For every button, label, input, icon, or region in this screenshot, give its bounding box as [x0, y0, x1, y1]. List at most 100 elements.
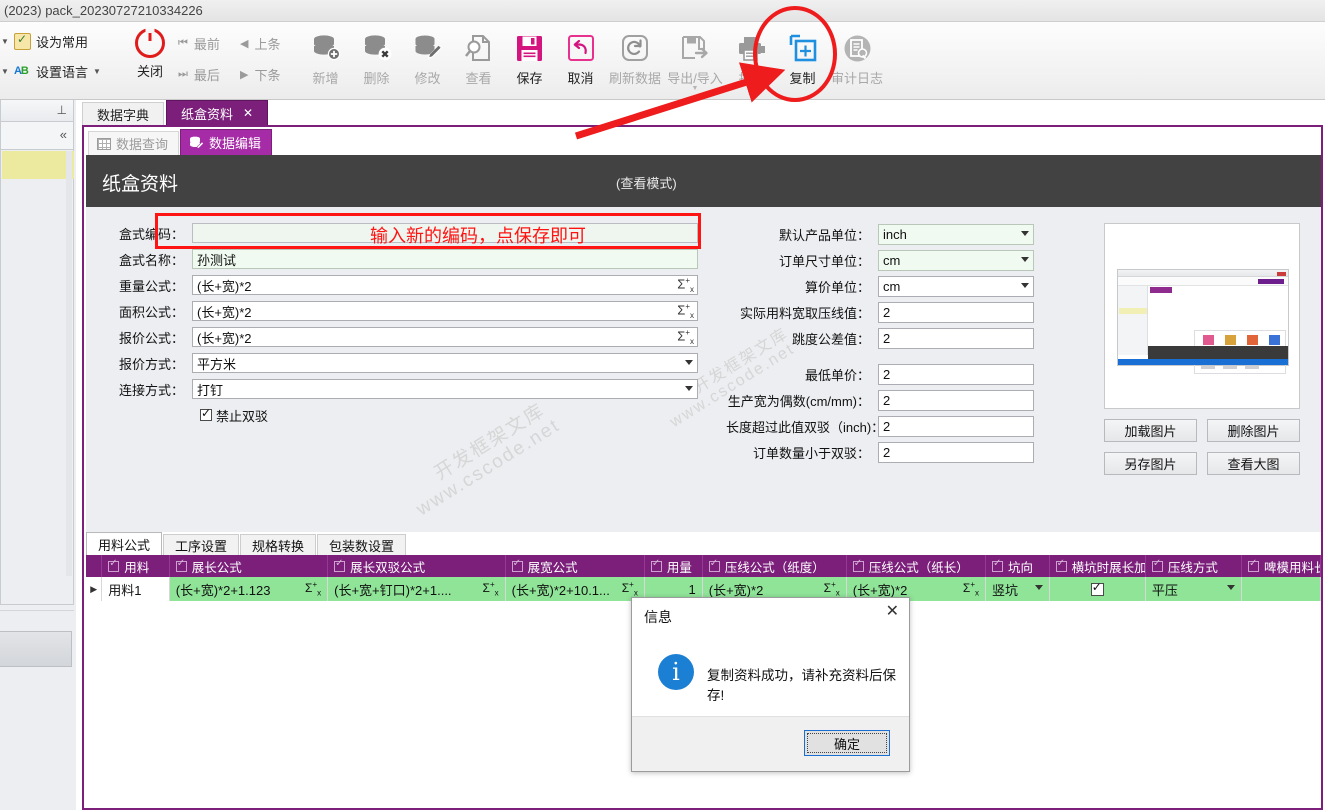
view-large-image-button[interactable]: 查看大图: [1207, 452, 1300, 475]
filter-icon[interactable]: [512, 561, 523, 572]
sigma-formula-icon[interactable]: Σ+x: [824, 580, 840, 597]
filter-icon[interactable]: [651, 561, 662, 572]
load-image-button[interactable]: 加载图片: [1104, 419, 1197, 442]
tab-spec-conversion[interactable]: 规格转换: [240, 534, 316, 556]
panel-pin-button[interactable]: ⊥: [0, 100, 74, 122]
checkbox-icon[interactable]: [1091, 583, 1104, 596]
box-name-input[interactable]: [192, 249, 698, 269]
close-icon[interactable]: ✕: [243, 106, 253, 120]
ribbon-button-edit[interactable]: 修改: [402, 26, 453, 91]
default-product-unit-select[interactable]: [878, 224, 1034, 245]
sigma-formula-icon[interactable]: Σ+x: [677, 302, 694, 320]
cell-die-material-length[interactable]: [1242, 577, 1321, 601]
sigma-formula-icon[interactable]: Σ+x: [622, 580, 638, 597]
filter-icon[interactable]: [853, 561, 864, 572]
chevron-down-icon[interactable]: [1021, 257, 1029, 262]
chevron-down-icon[interactable]: [685, 386, 693, 391]
nav-first-record-button[interactable]: ⏮ 最前: [178, 34, 240, 53]
caret-down-icon[interactable]: ▼: [1, 67, 9, 76]
tab-data-edit[interactable]: 数据编辑: [180, 129, 272, 155]
tab-packing-qty-settings[interactable]: 包装数设置: [317, 534, 406, 556]
grid-col-unfold-length-double-label: 展长双驳公式: [350, 557, 425, 576]
cell-flute-direction[interactable]: 竖坑: [986, 577, 1050, 601]
chevron-down-icon[interactable]: [1035, 585, 1043, 590]
checkbox-disable-double[interactable]: 禁止双驳: [108, 405, 698, 425]
delete-image-button[interactable]: 删除图片: [1207, 419, 1300, 442]
nav-next-record-button[interactable]: ▶ 下条: [240, 65, 302, 84]
filter-icon[interactable]: [334, 561, 345, 572]
ribbon-button-view[interactable]: 查看: [453, 26, 504, 91]
checkbox-icon[interactable]: [200, 409, 212, 421]
ok-button[interactable]: 确定: [804, 730, 890, 756]
tab-data-query[interactable]: 数据查询: [88, 131, 179, 155]
jump-tolerance-input[interactable]: [878, 328, 1034, 349]
close-button[interactable]: 关闭: [128, 28, 172, 80]
left-dock-panel: ⊥ «: [0, 100, 76, 810]
ribbon-button-add[interactable]: 新增: [300, 26, 351, 91]
material-width-crease-input[interactable]: [878, 302, 1034, 323]
filter-icon[interactable]: [1056, 561, 1067, 572]
tab-material-formula[interactable]: 用料公式: [86, 532, 162, 556]
ribbon-quick-row-2[interactable]: 夹 ▼ AB 设置语言 ▼: [0, 56, 122, 86]
filter-icon[interactable]: [108, 561, 119, 572]
filter-icon[interactable]: [1248, 561, 1259, 572]
annotation-hint-text: 输入新的编码，点保存即可: [370, 222, 586, 248]
grid-col-material-label: 用料: [124, 557, 149, 576]
sigma-formula-icon[interactable]: Σ+x: [963, 580, 979, 597]
save-as-image-button[interactable]: 另存图片: [1104, 452, 1197, 475]
left-dock-button[interactable]: [0, 631, 72, 667]
set-favorite-label[interactable]: 设为常用: [36, 32, 88, 51]
filter-icon[interactable]: [709, 561, 720, 572]
caret-down-icon[interactable]: ▼: [1, 37, 9, 46]
close-icon[interactable]: ✕: [886, 605, 899, 619]
tree-scrollbar[interactable]: [66, 151, 72, 576]
chevron-down-icon[interactable]: [1227, 585, 1235, 590]
navigation-tree[interactable]: [0, 150, 74, 605]
filter-icon[interactable]: [1152, 561, 1163, 572]
nav-prev-record-button[interactable]: ◀ 上条: [240, 34, 302, 53]
sigma-formula-icon[interactable]: Σ+x: [483, 580, 499, 597]
tree-selected-item[interactable]: [2, 151, 74, 179]
production-width-even-input[interactable]: [878, 390, 1034, 411]
area-formula-input[interactable]: [192, 301, 698, 321]
chevron-down-icon[interactable]: [1021, 231, 1029, 236]
chevron-down-icon[interactable]: [1021, 283, 1029, 288]
ribbon-quick-row-1[interactable]: 表 ▼ 设为常用: [0, 26, 122, 56]
sigma-formula-icon[interactable]: Σ+x: [677, 328, 694, 346]
ribbon-button-save[interactable]: 保存: [504, 26, 555, 91]
length-over-double-input[interactable]: [878, 416, 1034, 437]
cell-horizontal-flute-add[interactable]: [1050, 577, 1146, 601]
nav-last-record-button[interactable]: ⏭ 最后: [178, 65, 240, 84]
sigma-formula-icon[interactable]: Σ+x: [677, 276, 694, 294]
info-icon: i: [658, 654, 694, 690]
field-box-name: 盒式名称：: [108, 249, 698, 269]
quote-formula-input[interactable]: [192, 327, 698, 347]
quote-method-select[interactable]: [192, 353, 698, 373]
connect-method-select[interactable]: [192, 379, 698, 399]
min-price-input[interactable]: [878, 364, 1034, 385]
set-language-label[interactable]: 设置语言: [36, 62, 88, 81]
cell-unfold-length-double[interactable]: (长+宽+钉口)*2+1.... Σ+x: [328, 577, 505, 601]
cell-crease-method[interactable]: 平压: [1146, 577, 1242, 601]
field-min-price-label: 最低单价：: [726, 365, 878, 384]
cell-unfold-length[interactable]: (长+宽)*2+1.123 Σ+x: [170, 577, 328, 601]
panel-collapse-button[interactable]: «: [0, 122, 74, 150]
product-image-preview[interactable]: [1104, 223, 1300, 409]
filter-icon[interactable]: [992, 561, 1003, 572]
cell-material[interactable]: 用料1: [102, 577, 170, 601]
sigma-formula-icon[interactable]: Σ+x: [305, 580, 321, 597]
power-icon: [135, 28, 165, 58]
cell-unfold-width[interactable]: (长+宽)*2+10.1... Σ+x: [506, 577, 645, 601]
caret-down-icon[interactable]: ▼: [93, 67, 101, 76]
order-qty-less-double-input[interactable]: [878, 442, 1034, 463]
tab-data-dictionary[interactable]: 数据字典: [82, 102, 164, 125]
chevron-down-icon[interactable]: [685, 360, 693, 365]
field-production-width-even: 生产宽为偶数(cm/mm)：: [726, 389, 1086, 411]
tab-process-settings[interactable]: 工序设置: [163, 534, 239, 556]
weight-formula-input[interactable]: [192, 275, 698, 295]
order-size-unit-select[interactable]: [878, 250, 1034, 271]
filter-icon[interactable]: [176, 561, 187, 572]
price-unit-select[interactable]: [878, 276, 1034, 297]
ribbon-button-delete[interactable]: 删除: [351, 26, 402, 91]
tab-carton-info[interactable]: 纸盒资料 ✕: [166, 100, 268, 125]
